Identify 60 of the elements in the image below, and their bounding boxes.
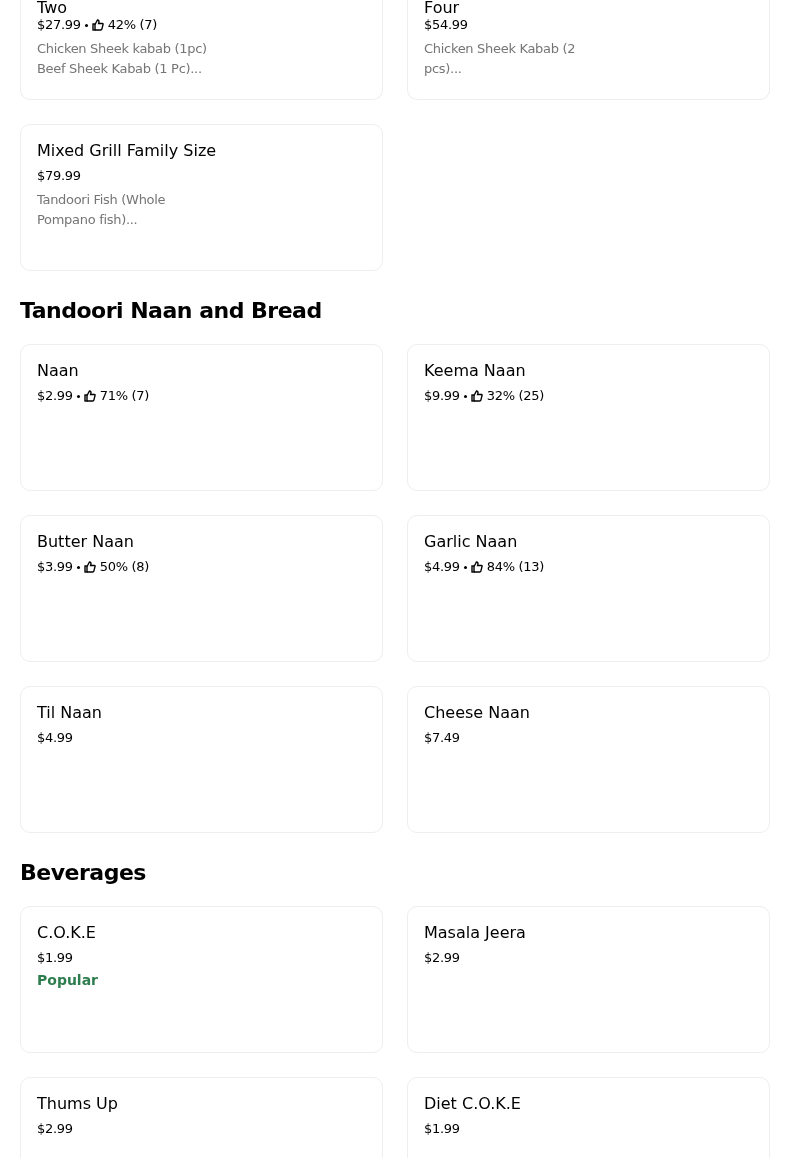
- menu-item-card[interactable]: Mixed Grill Family Size $79.99 Tandoori Fish (Whole Pompano fish)...: [20, 124, 383, 271]
- thumbs-up-icon: [470, 390, 483, 402]
- item-price: $2.99: [37, 387, 73, 405]
- item-description: Tandoori Fish (Whole Pompano fish)...: [37, 191, 167, 229]
- separator-dot: [463, 565, 467, 569]
- menu-item-card[interactable]: Til Naan $4.99: [20, 686, 383, 833]
- rating-text: 50% (8): [99, 558, 150, 576]
- item-price: $27.99: [37, 16, 81, 34]
- item-price: $4.99: [424, 558, 460, 576]
- item-price: $3.99: [37, 558, 73, 576]
- item-name: Four: [424, 0, 461, 16]
- item-price: $1.99: [424, 1120, 460, 1138]
- thumbs-up-icon: [470, 561, 483, 573]
- item-name: C.O.K.E: [37, 923, 97, 943]
- item-name: Mixed Grill Family Size: [37, 141, 218, 161]
- menu-item-card[interactable]: Masala Jeera $2.99: [407, 906, 770, 1053]
- item-description: Chicken Sheek kabab (1pc) Beef Sheek Kabab (1 Pc)...: [37, 40, 208, 78]
- menu-item-card[interactable]: Naan $2.99 71% (7): [20, 344, 383, 491]
- item-price: $1.99: [37, 949, 73, 967]
- rating-text: 42% (7): [107, 16, 158, 34]
- item-name: Cheese Naan: [424, 703, 531, 723]
- rating-text: 84% (13): [486, 558, 545, 576]
- item-price: $2.99: [424, 949, 460, 967]
- item-name: Two: [37, 0, 68, 16]
- thumbs-up-icon: [83, 390, 96, 402]
- item-name: Keema Naan: [424, 361, 527, 381]
- menu-item-card[interactable]: Four $54.99 Chicken Sheek Kabab (2 pcs)...: [407, 0, 770, 100]
- menu-item-card[interactable]: Keema Naan $9.99 32% (25): [407, 344, 770, 491]
- item-name: Naan: [37, 361, 80, 381]
- item-price: $79.99: [37, 167, 81, 185]
- section-heading: Tandoori Naan and Bread: [20, 297, 323, 325]
- item-description: Chicken Sheek Kabab (2 pcs)...: [424, 40, 577, 78]
- menu-item-card[interactable]: Diet C.O.K.E $1.99: [407, 1077, 770, 1158]
- section-heading: Beverages: [20, 859, 147, 887]
- separator-dot: [463, 394, 467, 398]
- menu-item-card[interactable]: Two $27.99 42% (7) Chicken Sheek kabab (1pc) Beef Sheek Kabab (1 Pc)...: [20, 0, 383, 100]
- separator-dot: [84, 23, 88, 27]
- rating-text: 71% (7): [99, 387, 150, 405]
- menu-item-card[interactable]: Thums Up $2.99: [20, 1077, 383, 1158]
- menu-item-card[interactable]: Cheese Naan $7.49: [407, 686, 770, 833]
- item-price: $2.99: [37, 1120, 73, 1138]
- separator-dot: [76, 394, 80, 398]
- item-name: Butter Naan: [37, 532, 135, 552]
- menu-item-card[interactable]: Garlic Naan $4.99 84% (13): [407, 515, 770, 662]
- item-name: Garlic Naan: [424, 532, 519, 552]
- item-price: $54.99: [424, 16, 468, 34]
- separator-dot: [76, 565, 80, 569]
- item-price: $7.49: [424, 729, 460, 747]
- popular-tag: Popular: [37, 970, 366, 990]
- rating-text: 32% (25): [486, 387, 545, 405]
- item-name: Masala Jeera: [424, 923, 527, 943]
- item-name: Thums Up: [37, 1094, 119, 1114]
- menu-item-card[interactable]: Butter Naan $3.99 50% (8): [20, 515, 383, 662]
- item-price: $9.99: [424, 387, 460, 405]
- item-price: $4.99: [37, 729, 73, 747]
- item-name: Til Naan: [37, 703, 103, 723]
- thumbs-up-icon: [91, 19, 104, 31]
- thumbs-up-icon: [83, 561, 96, 573]
- item-name: Diet C.O.K.E: [424, 1094, 522, 1114]
- menu-item-card[interactable]: C.O.K.E $1.99 Popular: [20, 906, 383, 1053]
